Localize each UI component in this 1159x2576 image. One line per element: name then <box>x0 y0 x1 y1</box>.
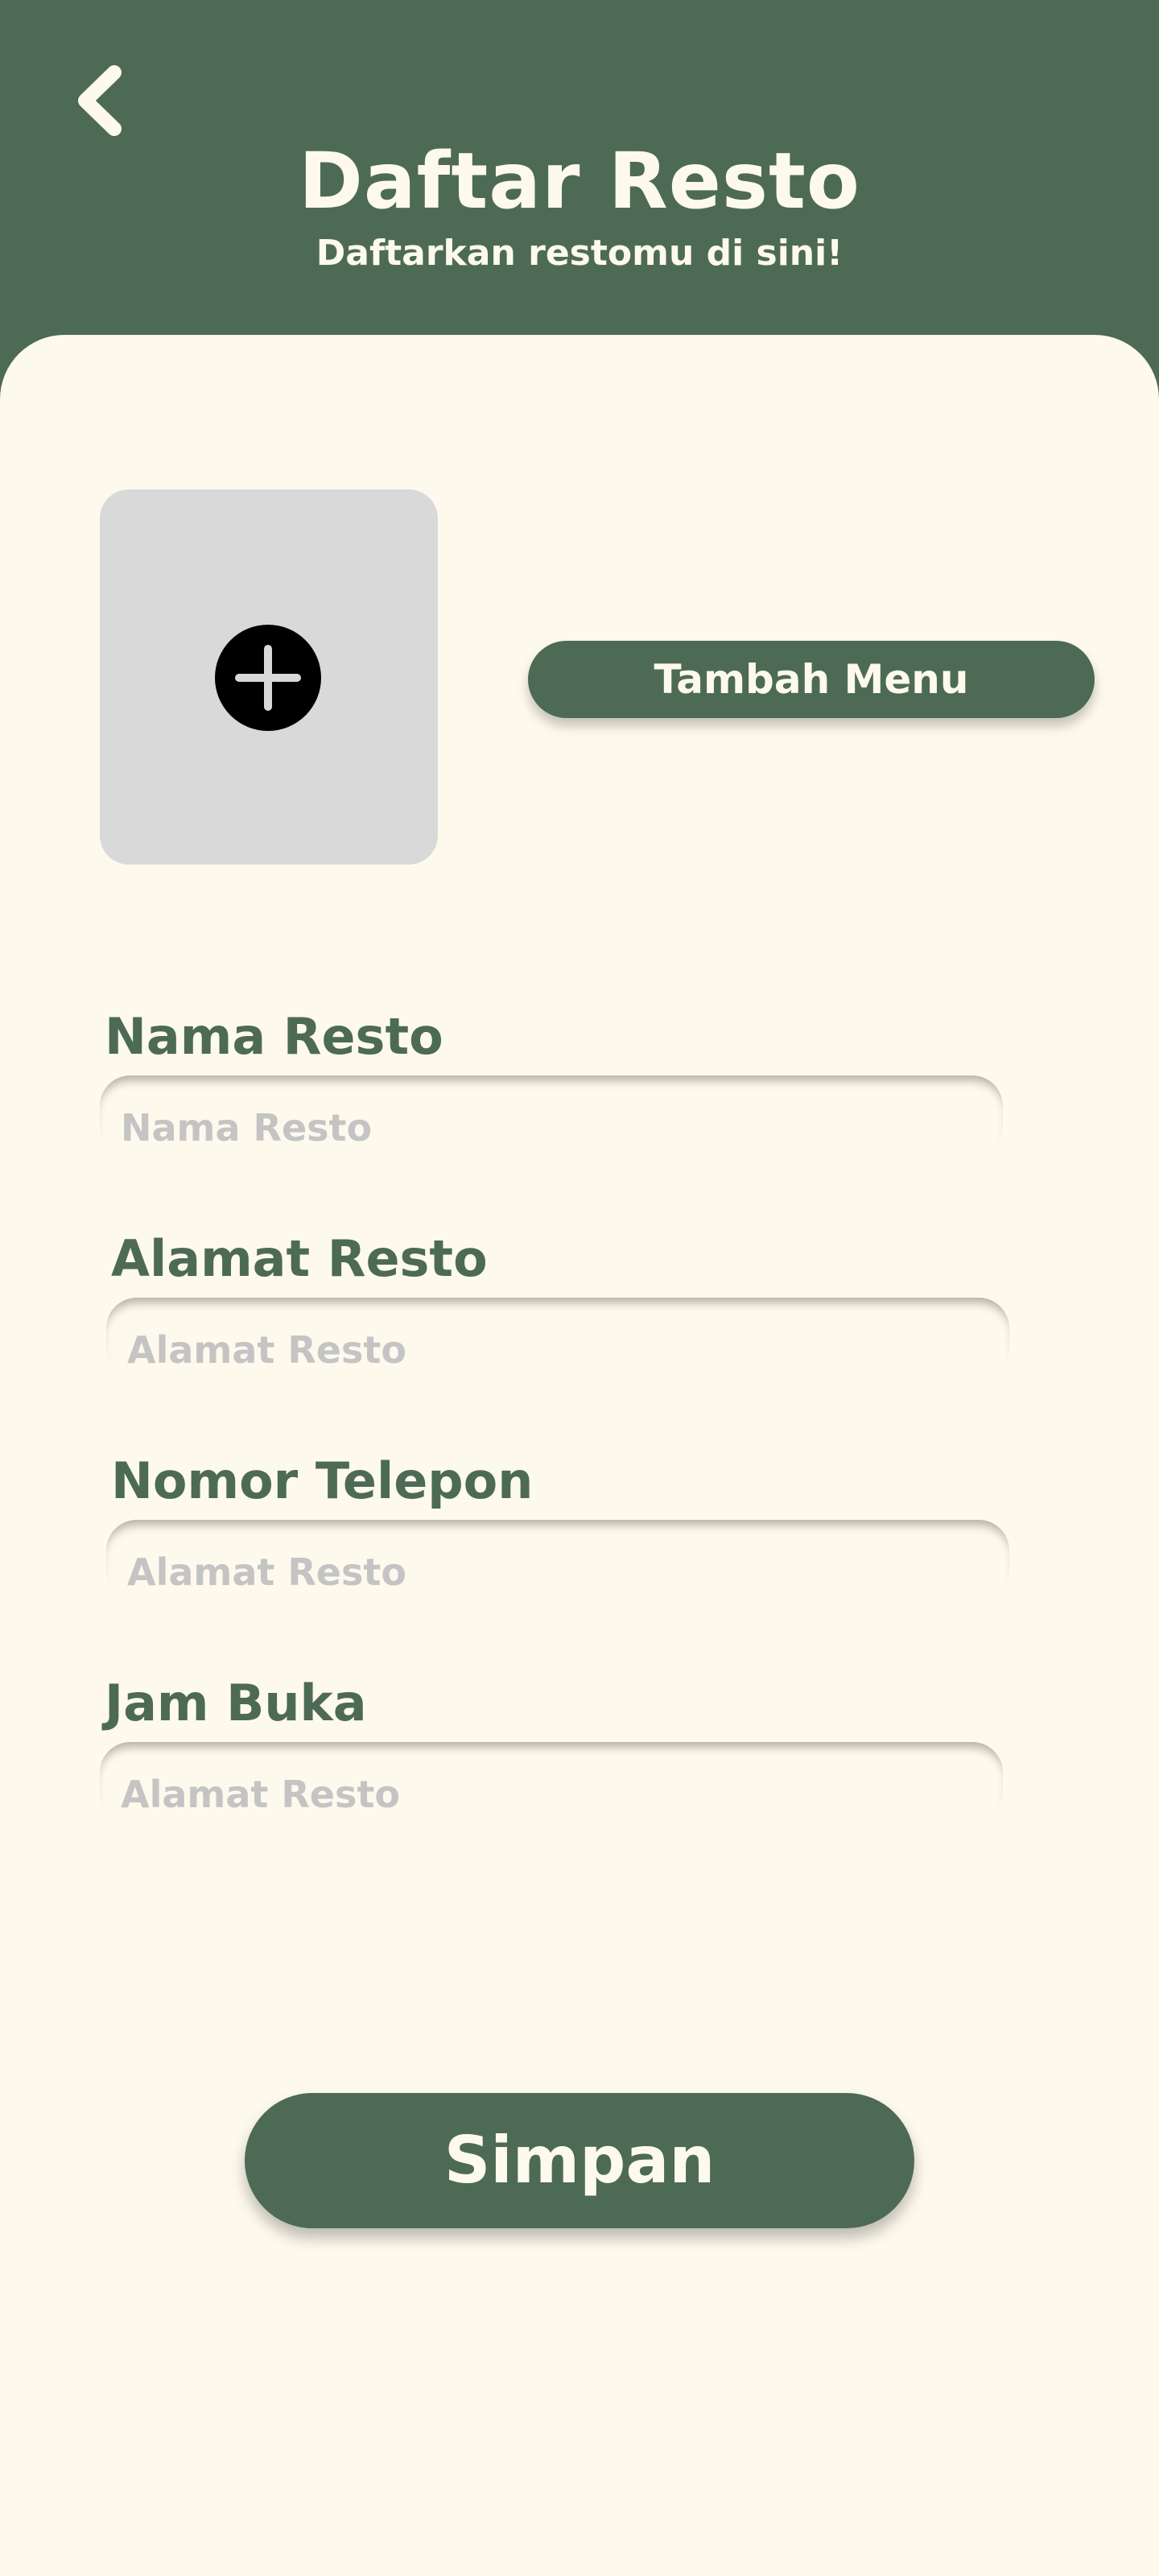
save-button[interactable]: Simpan <box>245 2093 914 2228</box>
field-label-nama-resto: Nama Resto <box>105 1007 443 1066</box>
add-menu-button[interactable]: Tambah Menu <box>528 641 1095 718</box>
page-title: Daftar Resto <box>299 136 860 226</box>
jam-buka-input[interactable] <box>100 1742 1003 1823</box>
register-resto-screen: Daftar Resto Daftarkan restomu di sini! … <box>0 0 1159 2576</box>
field-label-jam-buka: Jam Buka <box>105 1674 367 1732</box>
chevron-left-icon <box>78 65 122 136</box>
page-subtitle: Daftarkan restomu di sini! <box>316 233 843 274</box>
photo-upload-box[interactable] <box>100 489 438 865</box>
plus-circle-icon <box>215 625 321 731</box>
nomor-telepon-input[interactable] <box>106 1520 1009 1600</box>
nama-resto-input[interactable] <box>100 1075 1003 1156</box>
alamat-resto-input[interactable] <box>106 1298 1009 1378</box>
field-label-nomor-telepon: Nomor Telepon <box>111 1451 534 1510</box>
field-label-alamat-resto: Alamat Resto <box>111 1229 488 1288</box>
